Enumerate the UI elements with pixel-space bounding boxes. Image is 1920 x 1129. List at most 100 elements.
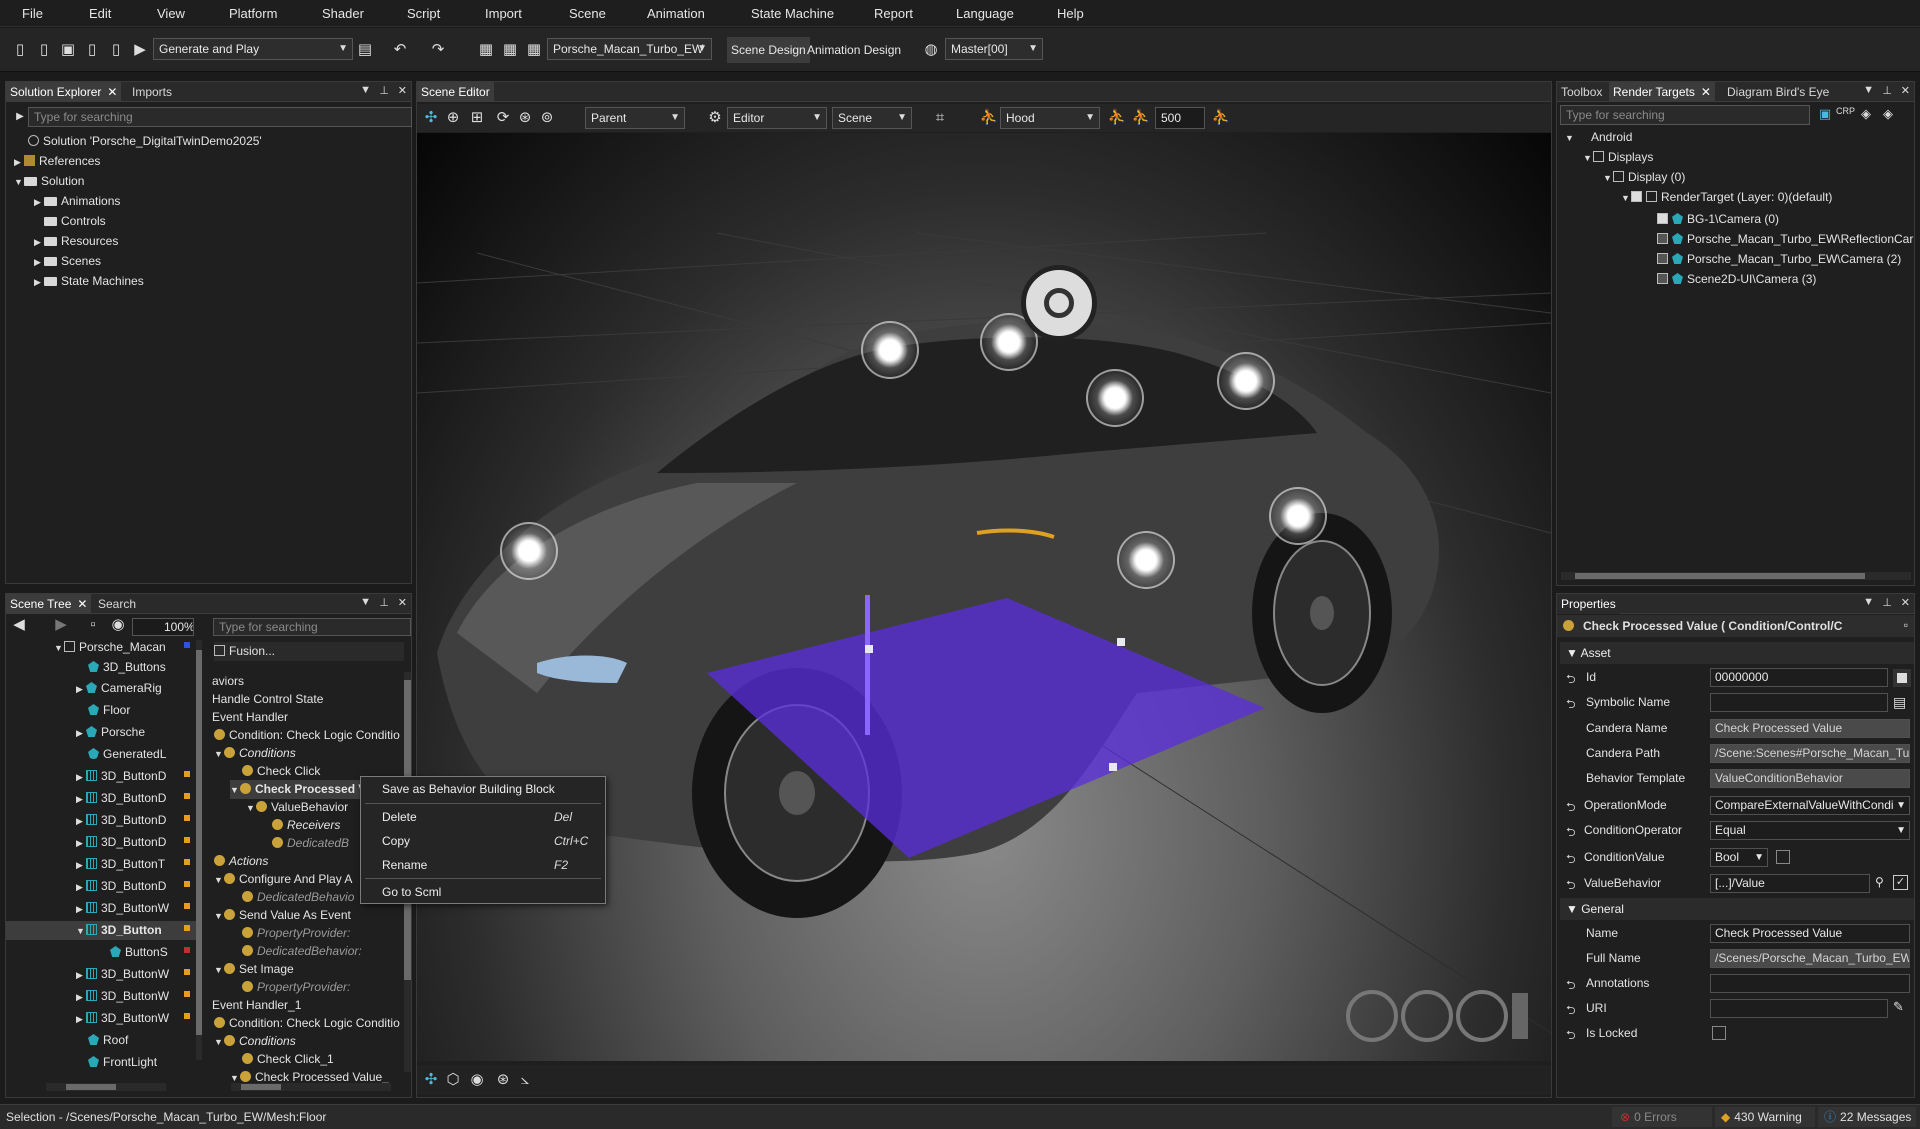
run-red-icon[interactable]: ⛹	[1131, 108, 1151, 128]
reset-icon[interactable]: ⮌	[1566, 823, 1576, 844]
node-3d-button[interactable]: ▶ 3D_ButtonW	[76, 899, 169, 918]
operation-mode-select[interactable]: CompareExternalValueWithCondi ▼	[1710, 796, 1910, 815]
node-3d-button[interactable]: ▶ 3D_ButtonW	[76, 1009, 169, 1028]
panel-menu-icon[interactable]: ▼	[360, 596, 371, 608]
checkbox-unchecked-icon[interactable]	[1657, 273, 1668, 284]
behavior-item[interactable]: ▼ Configure And Play A	[214, 870, 352, 889]
menu-import[interactable]: Import	[485, 6, 522, 21]
menu-platform[interactable]: Platform	[229, 6, 277, 21]
expand-arrow-icon[interactable]: ▶	[76, 724, 86, 743]
tree-item-resources[interactable]: ▶ Resources	[34, 232, 118, 251]
light-orb[interactable]	[1217, 352, 1275, 410]
document-icon[interactable]: ▤	[1893, 694, 1906, 711]
node-porsche[interactable]: ▶ Porsche	[76, 723, 145, 742]
value-behavior-field[interactable]: [...]/Value	[1710, 874, 1870, 893]
tab-scene-editor[interactable]: Scene Editor	[417, 82, 494, 102]
close-panel-icon[interactable]: ✕	[1901, 596, 1910, 609]
behavior-item[interactable]: Handle Control State	[212, 690, 323, 709]
behavior-item[interactable]: DedicatedB	[272, 834, 349, 853]
expand-arrow-icon[interactable]: ▶	[76, 878, 86, 897]
id-field[interactable]: 00000000	[1710, 668, 1888, 687]
tab-search[interactable]: Search	[94, 594, 140, 614]
camera-select[interactable]: Hood ▼	[1000, 107, 1100, 129]
tree-item-controls[interactable]: Controls	[44, 212, 106, 231]
reset-icon[interactable]: ⮌	[1566, 670, 1576, 691]
light-orb[interactable]	[1269, 487, 1327, 545]
node-camera-rig[interactable]: ▶ CameraRig	[76, 679, 162, 698]
tab-scene-tree[interactable]: Scene Tree ✕	[6, 594, 92, 614]
asset-section-header[interactable]: ▼ Asset	[1560, 642, 1914, 664]
rt-item-display-0[interactable]: ▼ Display (0)	[1603, 168, 1685, 187]
log-icon[interactable]: ▤	[355, 40, 375, 60]
target-select[interactable]: Porsche_Macan_Turbo_EW ▼	[547, 38, 712, 60]
search-icon[interactable]: ⚲	[1875, 875, 1884, 889]
menu-item-rename[interactable]: Rename	[382, 855, 427, 875]
menu-view[interactable]: View	[157, 6, 185, 21]
rt-item-camera[interactable]: Porsche_Macan_Turbo_EW\Camera (2)	[1657, 250, 1901, 269]
node-horizontal-scrollbar[interactable]	[46, 1083, 166, 1091]
behavior-item[interactable]: Event Handler	[212, 708, 288, 727]
menu-script[interactable]: Script	[407, 6, 440, 21]
collapse-arrow-icon[interactable]: ▼	[1621, 189, 1631, 208]
node-3d-button[interactable]: ▶ 3D_ButtonT	[76, 855, 165, 874]
speed-field[interactable]: 500	[1155, 107, 1205, 129]
walk-icon[interactable]: ⛹	[979, 108, 999, 128]
expand-arrow-icon[interactable]: ▶	[76, 680, 86, 699]
behavior-item[interactable]: Event Handler_1	[212, 996, 301, 1015]
id-button[interactable]	[1893, 669, 1911, 687]
checkbox-checked-icon[interactable]	[1631, 191, 1642, 202]
menu-file[interactable]: File	[22, 6, 43, 21]
messages-indicator[interactable]: ⓘ 22 Messages	[1818, 1107, 1916, 1127]
is-locked-checkbox[interactable]	[1712, 1026, 1726, 1040]
cube-view-icon[interactable]: ⬡	[443, 1070, 463, 1090]
collapse-arrow-icon[interactable]: ▼	[214, 745, 224, 764]
reset-icon[interactable]: ⮌	[1566, 1026, 1576, 1047]
behavior-item[interactable]: Receivers	[272, 816, 340, 835]
expand-arrow-icon[interactable]: ▶	[14, 153, 24, 172]
collapse-arrow-icon[interactable]: ▼	[230, 781, 240, 800]
panel-menu-icon[interactable]: ▼	[360, 84, 371, 96]
camera-settings-icon[interactable]: ⚙	[705, 108, 725, 128]
behavior-item[interactable]: ▼ Set Image	[214, 960, 294, 979]
menu-help[interactable]: Help	[1057, 6, 1084, 21]
node-3d-button[interactable]: ▶ 3D_ButtonD	[76, 789, 166, 808]
menu-scene[interactable]: Scene	[569, 6, 606, 21]
expand-arrow-icon[interactable]: ▶	[76, 768, 86, 787]
collapse-arrow-icon[interactable]: ▼	[1583, 149, 1593, 168]
collapse-arrow-icon[interactable]: ▼	[214, 871, 224, 890]
menu-item-save-as-behavior-building-block[interactable]: Save as Behavior Building Block	[382, 779, 555, 799]
redo-icon[interactable]: ↷	[428, 40, 448, 60]
menu-item-go-to-scml[interactable]: Go to Scml	[382, 882, 441, 902]
warnings-indicator[interactable]: ◆ 430 Warning	[1715, 1107, 1815, 1127]
layers-icon[interactable]: ▣	[1815, 104, 1835, 124]
pivot-tool-icon[interactable]: ⊚	[537, 108, 557, 128]
close-icon[interactable]: ✕	[107, 85, 117, 99]
rotate-tool-icon[interactable]: ⟳	[493, 108, 513, 128]
condition-operator-select[interactable]: Equal ▼	[1710, 821, 1910, 840]
menu-language[interactable]: Language	[956, 6, 1014, 21]
behavior-item[interactable]: aviors	[212, 672, 244, 691]
tab-imports[interactable]: Imports	[128, 82, 176, 102]
new-file-icon[interactable]: ▯	[10, 40, 30, 60]
reset-icon[interactable]: ⮌	[1566, 876, 1576, 897]
snap-tool-icon[interactable]: ⊞	[467, 108, 487, 128]
behavior-item[interactable]: Check Click_1	[242, 1050, 334, 1069]
rt-item-camera[interactable]: Porsche_Macan_Turbo_EW\ReflectionCar	[1657, 230, 1913, 249]
node-button-s[interactable]: ButtonS	[110, 943, 168, 962]
checkbox-unchecked-icon[interactable]	[1657, 233, 1668, 244]
pin-icon[interactable]: ⊥	[1882, 596, 1892, 609]
save-icon[interactable]: ▣	[58, 40, 78, 60]
orbit-tool-icon[interactable]: ⊛	[515, 108, 535, 128]
annotations-field[interactable]	[1710, 974, 1910, 993]
behavior-item[interactable]: Condition: Check Logic Conditio	[214, 1014, 400, 1033]
close-panel-icon[interactable]: ✕	[398, 596, 407, 609]
node-3d-button[interactable]: ▶ 3D_ButtonD	[76, 877, 166, 896]
behavior-search-input[interactable]: Type for searching	[213, 618, 411, 636]
play-icon[interactable]: ▶	[130, 40, 150, 60]
globe-icon[interactable]: ◍	[921, 40, 941, 60]
behavior-item[interactable]: PropertyProvider:	[242, 978, 350, 997]
menu-item-copy[interactable]: Copy	[382, 831, 410, 851]
scene-design-button[interactable]: Scene Design	[727, 37, 810, 63]
collapse-arrow-icon[interactable]: ▼	[54, 639, 64, 658]
crp-label[interactable]: CRP	[1836, 106, 1855, 116]
